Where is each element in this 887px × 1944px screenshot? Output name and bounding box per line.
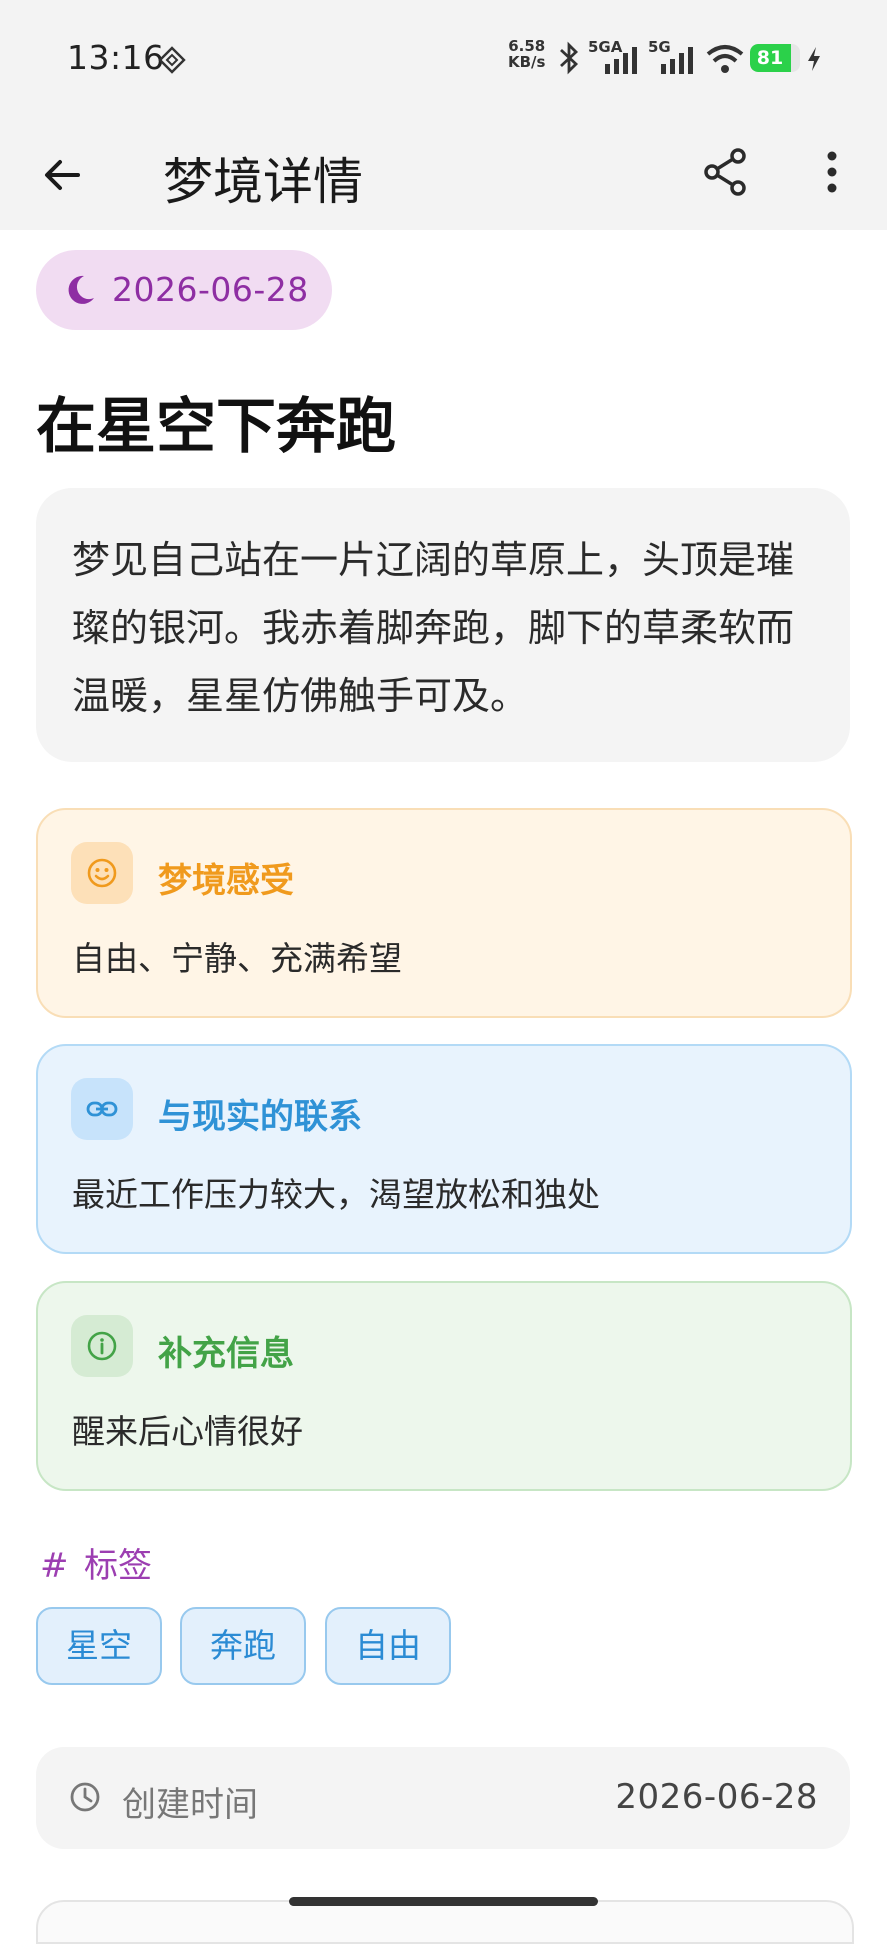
signal-icon [661, 47, 693, 74]
extra-icon-box [71, 1315, 133, 1377]
info-icon [87, 1331, 117, 1361]
description-card: 梦见自己站在一片辽阔的草原上，头顶是璀璨的银河。我赤着脚奔跑，脚下的草柔软而温暖… [36, 488, 850, 762]
share-icon[interactable] [700, 142, 750, 202]
net-speed: 6.58 KB/s [508, 37, 546, 71]
hash-icon: # [40, 1546, 69, 1586]
tag-chip[interactable]: 星空 [36, 1607, 162, 1685]
tags-header: # 标签 [40, 1538, 152, 1587]
app-bar: 梦境详情 [0, 112, 887, 230]
extra-info-card: 补充信息 醒来后心情很好 [36, 1281, 852, 1491]
moon-icon [68, 275, 94, 304]
next-card-edge [36, 1900, 854, 1944]
link-icon [86, 1101, 118, 1117]
signal-icon [605, 47, 637, 74]
reality-icon-box [71, 1078, 133, 1140]
date-chip: 2026-06-28 [36, 250, 332, 330]
created-time-row: 创建时间 2026-06-28 [36, 1747, 850, 1849]
arrow-left-icon[interactable] [38, 150, 88, 200]
clock-icon [70, 1782, 100, 1812]
created-value: 2026-06-28 [615, 1777, 818, 1817]
extra-label: 补充信息 [158, 1334, 294, 1374]
tag-chip[interactable]: 自由 [325, 1607, 451, 1685]
wifi-icon [706, 45, 744, 73]
feeling-label: 梦境感受 [158, 861, 294, 901]
status-bar: 13:16 6.58 KB/s 5GA 5G 81 [0, 0, 887, 112]
nfc-icon [158, 46, 186, 74]
charging-icon [808, 47, 820, 71]
feeling-card: 梦境感受 自由、宁静、充满希望 [36, 808, 852, 1018]
battery-icon: 81 [750, 44, 800, 72]
reality-label: 与现实的联系 [158, 1097, 362, 1137]
tag-chip[interactable]: 奔跑 [180, 1607, 306, 1685]
extra-value: 醒来后心情很好 [72, 1412, 303, 1451]
tags-label: 标签 [84, 1546, 152, 1586]
reality-value: 最近工作压力较大，渴望放松和独处 [72, 1175, 600, 1214]
dream-description: 梦见自己站在一片辽阔的草原上，头顶是璀璨的银河。我赤着脚奔跑，脚下的草柔软而温暖… [72, 538, 795, 718]
more-vertical-icon[interactable] [812, 142, 852, 202]
created-label: 创建时间 [122, 1785, 258, 1825]
status-time: 13:16 [67, 38, 165, 77]
bluetooth-icon [560, 41, 579, 75]
dream-date: 2026-06-28 [112, 270, 309, 309]
page-title: 梦境详情 [163, 153, 363, 211]
feeling-icon-box [71, 842, 133, 904]
home-indicator[interactable] [289, 1897, 598, 1906]
smile-icon [87, 858, 117, 888]
reality-link-card: 与现实的联系 最近工作压力较大，渴望放松和独处 [36, 1044, 852, 1254]
dream-title: 在星空下奔跑 [36, 392, 396, 462]
feeling-value: 自由、宁静、充满希望 [72, 939, 402, 978]
